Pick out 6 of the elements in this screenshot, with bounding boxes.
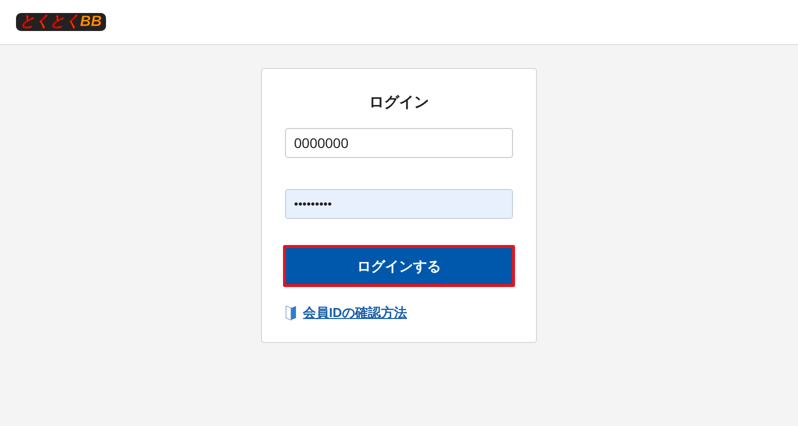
login-button[interactable]: ログインする xyxy=(283,245,515,287)
member-id-field[interactable]: 0000000 xyxy=(285,128,513,158)
member-id-help-link[interactable]: 会員IDの確認方法 xyxy=(303,303,407,322)
password-field[interactable]: ••••••••• xyxy=(285,189,513,219)
beginner-mark-icon xyxy=(285,304,297,321)
login-title: ログイン xyxy=(369,93,429,113)
